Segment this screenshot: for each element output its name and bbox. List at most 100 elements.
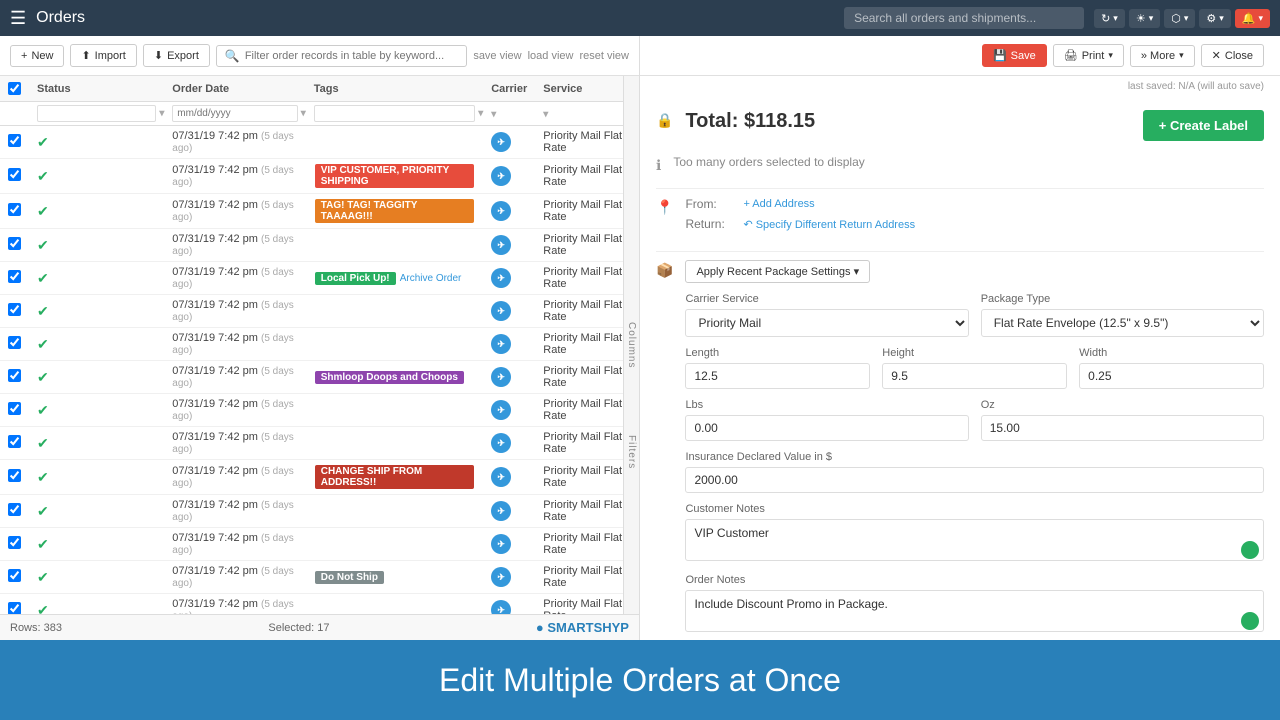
close-button[interactable]: ✕ Close [1201, 44, 1264, 67]
grid-btn[interactable]: ⬡ ▾ [1164, 9, 1195, 28]
tags-filter-icon[interactable]: ▾ [478, 108, 483, 119]
service-text: Priority Mail Flat Rate [543, 598, 622, 614]
row-carrier-cell: ✈ [483, 126, 535, 159]
add-address-link[interactable]: + Add Address [743, 198, 814, 210]
row-carrier-cell: ✈ [483, 159, 535, 194]
dimensions-row: Length Height Width [685, 347, 1264, 389]
status-filter-icon[interactable]: ▾ [159, 108, 164, 119]
oz-input[interactable] [981, 415, 1264, 441]
carrier-service-label: Carrier Service [685, 293, 968, 305]
row-tags-cell [306, 528, 483, 561]
row-checkbox[interactable] [8, 303, 21, 316]
carrier-service-select[interactable]: Priority Mail [685, 309, 968, 337]
more-label: » More [1141, 50, 1175, 62]
row-carrier-cell: ✈ [483, 427, 535, 460]
table-row: ✔07/31/19 7:42 pm (5 days ago)✈Priority … [0, 528, 639, 561]
row-checkbox[interactable] [8, 168, 21, 181]
refresh-btn[interactable]: ↻ ▾ [1094, 9, 1125, 28]
service-text: Priority Mail Flat Rate [543, 199, 622, 223]
create-label-button[interactable]: + Create Label [1143, 110, 1264, 141]
row-checkbox[interactable] [8, 203, 21, 216]
height-input[interactable] [882, 363, 1067, 389]
insurance-input[interactable] [685, 467, 1264, 493]
row-date-cell: 07/31/19 7:42 pm (5 days ago) [164, 594, 305, 615]
row-checkbox[interactable] [8, 536, 21, 549]
row-checkbox[interactable] [8, 134, 21, 147]
row-checkbox[interactable] [8, 336, 21, 349]
row-checkbox[interactable] [8, 369, 21, 382]
reset-view-btn[interactable]: reset view [579, 50, 629, 62]
save-view-btn[interactable]: save view [473, 50, 521, 62]
lbs-group: Lbs [685, 399, 968, 441]
customer-notes-textarea[interactable] [685, 519, 1264, 561]
row-status-cell: ✔ [29, 394, 164, 427]
print-button[interactable]: 🖨 Print ▾ [1053, 44, 1124, 67]
row-checkbox[interactable] [8, 402, 21, 415]
filters-toggle[interactable]: Filters [623, 399, 639, 507]
info-icon: ℹ [656, 157, 661, 174]
row-date-cell: 07/31/19 7:42 pm (5 days ago) [164, 262, 305, 295]
lock-icon: 🔒 [656, 112, 673, 129]
select-all-checkbox[interactable] [8, 82, 21, 95]
apply-settings-button[interactable]: Apply Recent Package Settings ▾ [685, 260, 870, 283]
length-input[interactable] [685, 363, 870, 389]
row-checkbox-cell [0, 194, 29, 229]
settings-btn[interactable]: ⚙ ▾ [1199, 9, 1230, 28]
notifications-btn[interactable]: 🔔 ▾ [1235, 9, 1270, 28]
main-wrapper: + New ⬆ Import ⬇ Export 🔍 save view load… [0, 36, 1280, 640]
date-filter[interactable] [172, 105, 297, 122]
import-button[interactable]: ⬆ Import [70, 44, 136, 67]
hamburger-icon[interactable]: ☰ [10, 8, 26, 29]
return-address-link[interactable]: ↶ Specify Different Return Address [743, 218, 915, 231]
load-view-btn[interactable]: load view [528, 50, 574, 62]
tags-filter[interactable] [314, 105, 475, 122]
row-checkbox[interactable] [8, 469, 21, 482]
package-body: Apply Recent Package Settings ▾ Carrier … [685, 260, 1264, 640]
more-button[interactable]: » More ▾ [1130, 45, 1195, 67]
order-date: 07/31/19 7:42 pm [172, 598, 258, 610]
service-text: Priority Mail Flat Rate [543, 465, 622, 489]
more-caret: ▾ [1179, 50, 1184, 61]
status-filter[interactable] [37, 105, 156, 122]
order-notes-textarea[interactable] [685, 590, 1264, 632]
columns-toggle[interactable]: Columns [623, 76, 639, 614]
carrier-filter-icon[interactable]: ▾ [491, 109, 496, 120]
export-button[interactable]: ⬇ Export [143, 44, 210, 67]
row-checkbox[interactable] [8, 602, 21, 614]
status-check-icon: ✔ [37, 536, 49, 552]
return-row: Return: ↶ Specify Different Return Addre… [685, 217, 1264, 231]
service-text: Priority Mail Flat Rate [543, 299, 622, 323]
archive-link[interactable]: Archive Order [400, 273, 462, 284]
table-row: ✔07/31/19 7:42 pm (5 days ago)Shmloop Do… [0, 361, 639, 394]
row-checkbox-cell [0, 126, 29, 159]
row-status-cell: ✔ [29, 561, 164, 594]
date-filter-icon[interactable]: ▾ [301, 108, 306, 119]
row-checkbox[interactable] [8, 503, 21, 516]
package-type-select[interactable]: Flat Rate Envelope (12.5" x 9.5") [981, 309, 1264, 337]
row-status-cell: ✔ [29, 262, 164, 295]
columns-label: Columns [626, 322, 637, 368]
row-tags-cell [306, 495, 483, 528]
selected-count: Selected: 17 [268, 622, 329, 634]
status-check-icon: ✔ [37, 602, 49, 615]
lbs-input[interactable] [685, 415, 968, 441]
carrier-icon: ✈ [491, 201, 511, 221]
row-checkbox[interactable] [8, 270, 21, 283]
row-date-cell: 07/31/19 7:42 pm (5 days ago) [164, 194, 305, 229]
theme-btn[interactable]: ☀ ▾ [1129, 9, 1160, 28]
service-filter-icon[interactable]: ▾ [543, 109, 548, 120]
table-search-bar[interactable]: 🔍 [216, 45, 467, 67]
row-checkbox-cell [0, 394, 29, 427]
nav-search-input[interactable] [844, 7, 1084, 29]
row-checkbox[interactable] [8, 435, 21, 448]
table-row: ✔07/31/19 7:42 pm (5 days ago)VIP CUSTOM… [0, 159, 639, 194]
status-check-icon: ✔ [37, 336, 49, 352]
table-search-input[interactable] [245, 50, 458, 62]
row-checkbox[interactable] [8, 569, 21, 582]
print-icon: 🖨 [1064, 49, 1078, 62]
row-checkbox[interactable] [8, 237, 21, 250]
width-input[interactable] [1079, 363, 1264, 389]
save-button[interactable]: 💾 Save [982, 44, 1047, 67]
new-button[interactable]: + New [10, 45, 64, 67]
carrier-icon: ✈ [491, 132, 511, 152]
